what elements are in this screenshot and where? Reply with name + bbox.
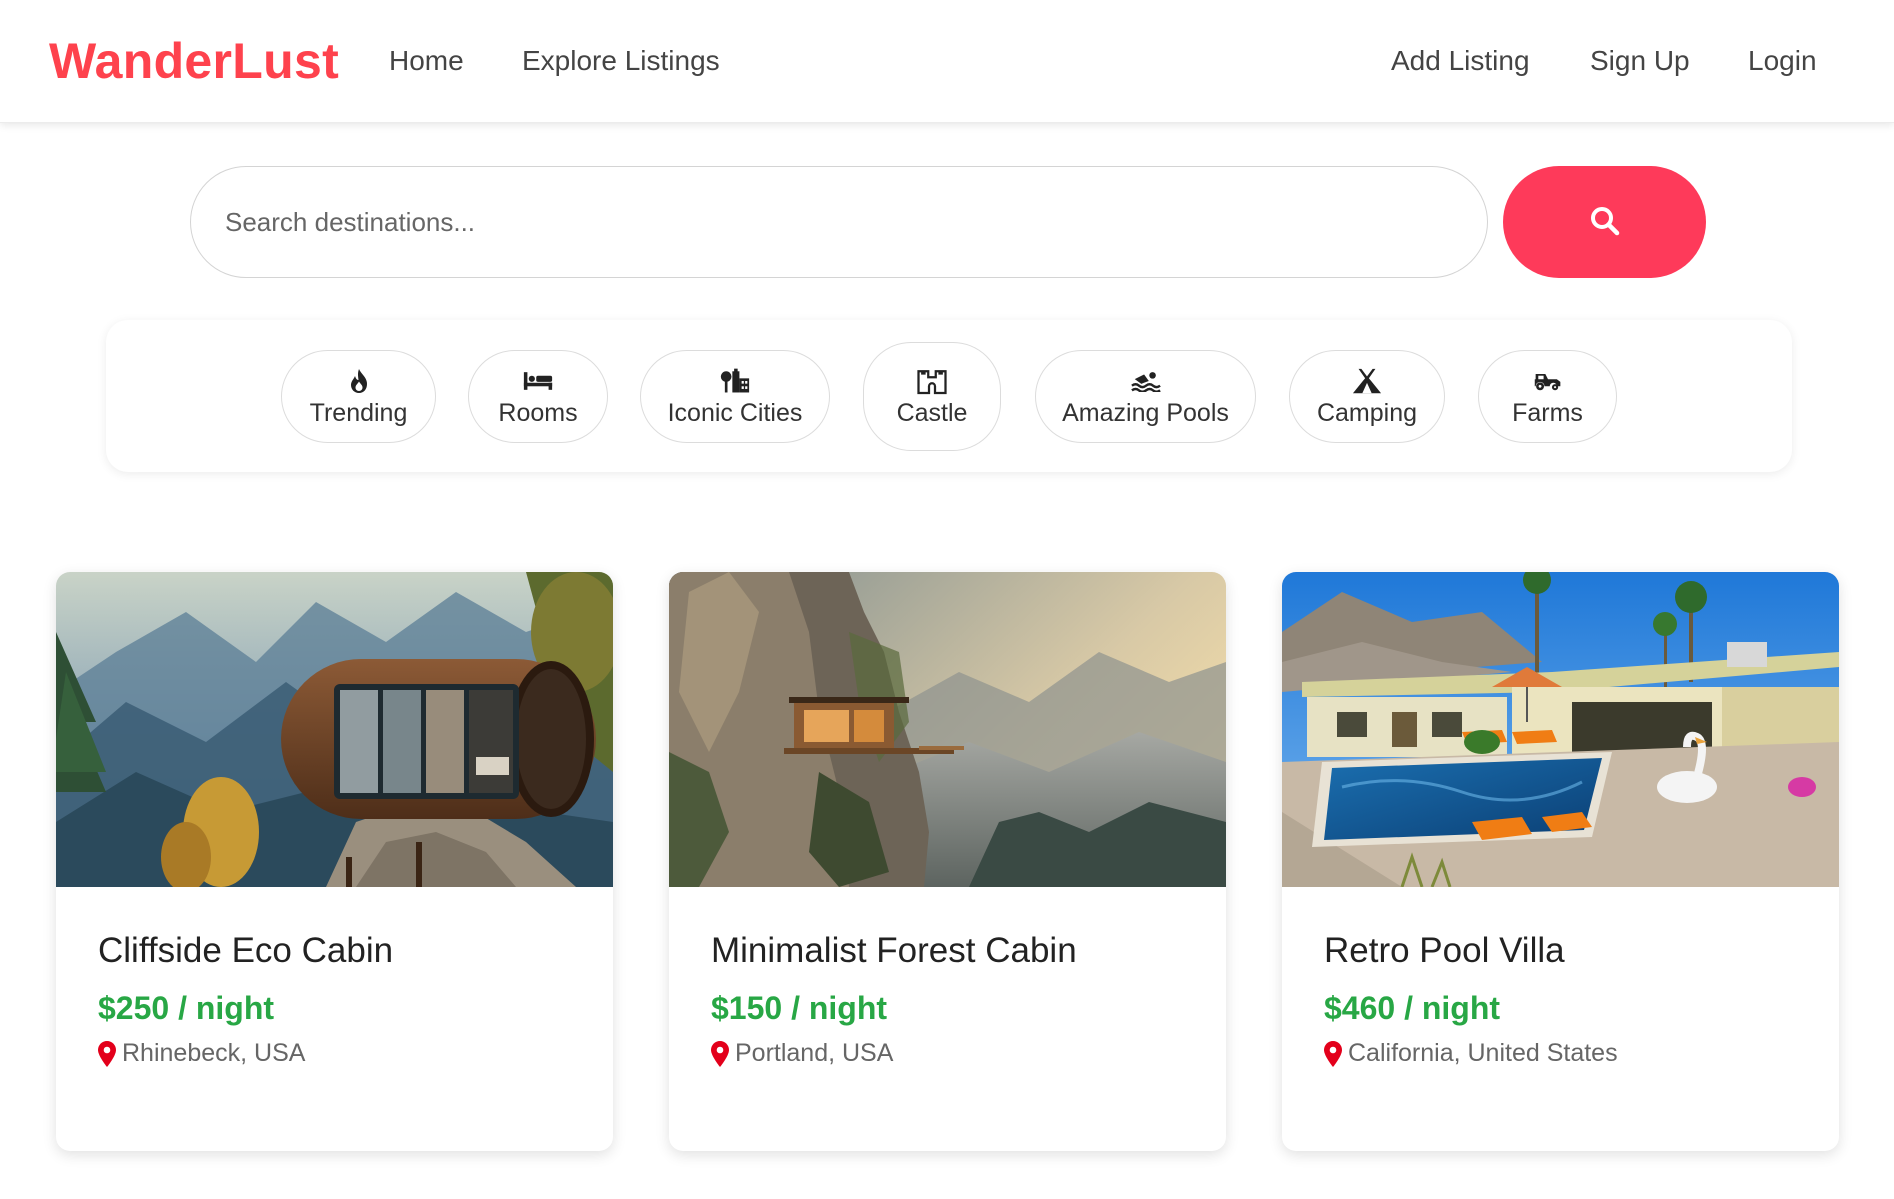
filter-amazing-pools[interactable]: Amazing Pools [1035,350,1256,443]
listing-image [1282,572,1839,887]
listing-price: $460 / night [1324,990,1501,1026]
filter-label: Rooms [498,398,578,427]
listing-card[interactable]: Cliffside Eco Cabin $250 / night Rhinebe… [56,572,613,1151]
search-icon [1589,205,1621,240]
filter-label: Castle [896,398,968,427]
filter-iconic-cities[interactable]: Iconic Cities [640,350,830,443]
bed-icon [523,366,553,396]
listing-price: $150 / night [711,990,888,1026]
filter-label: Farms [1512,398,1583,427]
listing-price: $250 / night [98,990,275,1026]
filter-bar: Trending Rooms Iconic Cities Castle Amaz… [106,320,1792,472]
listing-card[interactable]: Minimalist Forest Cabin $150 / night Por… [669,572,1226,1151]
listing-image [669,572,1226,887]
nav-home-link[interactable]: Home [389,45,464,77]
map-pin-icon [98,1040,116,1067]
nav-login-link[interactable]: Login [1748,45,1817,77]
nav-sign-up-link[interactable]: Sign Up [1590,45,1690,77]
filter-label: Trending [309,398,408,427]
search-input[interactable] [190,166,1488,278]
listing-location-text: Rhinebeck, USA [122,1039,306,1067]
navbar: WanderLust Home Explore Listings Add Lis… [0,0,1894,123]
brand-logo[interactable]: WanderLust [49,32,339,90]
listing-image [56,572,613,887]
filter-farms[interactable]: Farms [1478,350,1617,443]
tent-icon [1352,366,1382,396]
listing-location-text: California, United States [1348,1039,1618,1067]
listing-title: Retro Pool Villa [1324,931,1565,970]
city-icon [720,366,750,396]
nav-explore-listings-link[interactable]: Explore Listings [522,45,720,77]
swimmer-icon [1130,366,1161,396]
filter-rooms[interactable]: Rooms [468,350,608,443]
filter-label: Iconic Cities [667,398,803,427]
filter-castle[interactable]: Castle [863,342,1001,451]
listing-title: Minimalist Forest Cabin [711,931,1077,970]
castle-icon [917,366,947,396]
listing-location: California, United States [1324,1039,1618,1068]
search-button[interactable] [1503,166,1706,278]
filter-label: Amazing Pools [1062,398,1229,427]
listing-location: Portland, USA [711,1039,893,1068]
listing-location: Rhinebeck, USA [98,1039,305,1068]
tractor-icon [1533,366,1563,396]
fire-icon [344,366,374,396]
filter-trending[interactable]: Trending [281,350,436,443]
filter-camping[interactable]: Camping [1289,350,1445,443]
filter-label: Camping [1316,398,1418,427]
listing-title: Cliffside Eco Cabin [98,931,394,970]
nav-add-listing-link[interactable]: Add Listing [1391,45,1530,77]
listing-location-text: Portland, USA [735,1039,894,1067]
map-pin-icon [1324,1040,1342,1067]
map-pin-icon [711,1040,729,1067]
listing-card[interactable]: Retro Pool Villa $460 / night California… [1282,572,1839,1151]
